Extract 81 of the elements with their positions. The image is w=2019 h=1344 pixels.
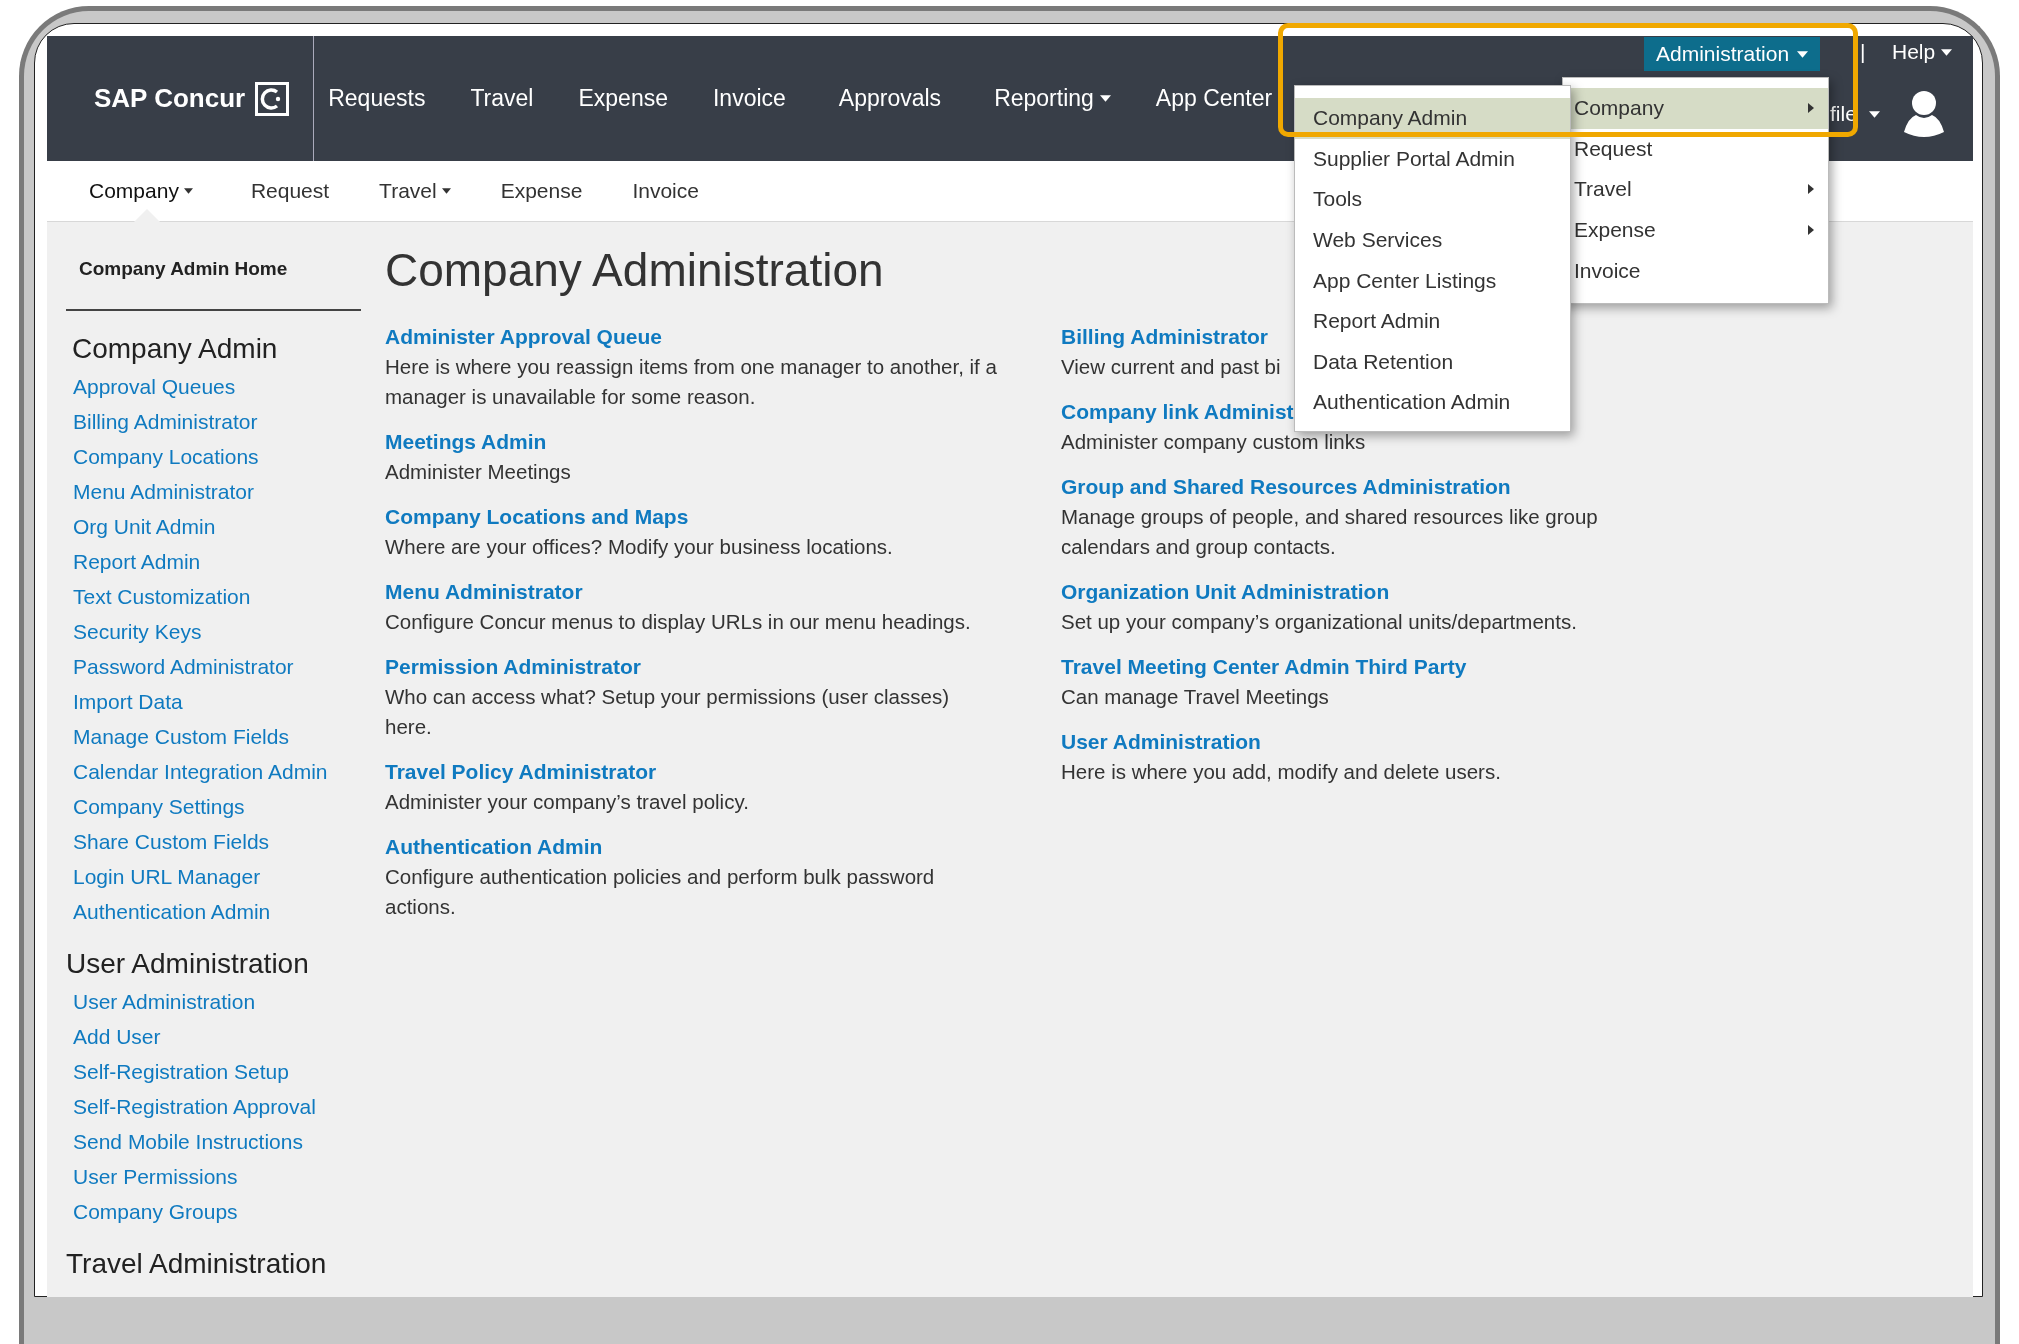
menu-item[interactable]: Supplier Portal Admin	[1295, 138, 1570, 180]
sidebar-link[interactable]: Report Admin	[66, 544, 361, 579]
admin-tool-link[interactable]: Company Locations and Maps	[385, 502, 1061, 532]
nav-link[interactable]: Reporting	[994, 85, 1111, 112]
sidebar-link[interactable]: Company Groups	[66, 1194, 361, 1229]
admin-tool-description: Administer Meetings	[385, 459, 571, 485]
sidebar-link[interactable]: Add User	[66, 1019, 361, 1054]
page-title: Company Administration	[385, 243, 884, 298]
admin-tool-link[interactable]: Permission Administrator	[385, 652, 1061, 682]
sidebar-home-link[interactable]: Company Admin Home	[66, 255, 361, 283]
admin-tool-link[interactable]: Travel Meeting Center Admin Third Party	[1061, 652, 1661, 682]
nav-link[interactable]: Requests	[328, 85, 426, 112]
logo-mark-icon	[255, 81, 290, 116]
nav-link[interactable]: App Center	[1155, 85, 1273, 112]
logo-text: SAP Concur	[94, 83, 246, 114]
sidebar-link[interactable]: Send Mobile Instructions	[66, 1124, 361, 1159]
sub-nav-link[interactable]: Expense	[500, 160, 583, 222]
nav-link[interactable]: Expense	[578, 85, 668, 112]
admin-tool-link[interactable]: Organization Unit Administration	[1061, 577, 1661, 607]
menu-item[interactable]: App Center Listings	[1295, 260, 1570, 301]
sidebar-link[interactable]: Text Customization	[66, 579, 361, 614]
administration-menu-button[interactable]: Administration	[1644, 37, 1821, 71]
admin-tool-link[interactable]: Group and Shared Resources Administration	[1061, 472, 1661, 502]
caret-icon	[1868, 110, 1880, 118]
menu-item[interactable]: Report Admin	[1295, 300, 1570, 342]
sidebar-heading: User Administration	[66, 947, 310, 981]
sidebar-link[interactable]: Password Administrator	[66, 649, 361, 684]
sidebar-link[interactable]: Security Keys	[66, 614, 361, 649]
menu-item[interactable]: Tools	[1295, 179, 1570, 220]
admin-tool-description: Administer company custom links	[1061, 429, 1366, 455]
sub-nav-link[interactable]: Travel	[379, 160, 451, 222]
sidebar-link[interactable]: User Permissions	[66, 1159, 361, 1194]
nav-link[interactable]: Invoice	[712, 85, 786, 112]
sub-nav-link[interactable]: Invoice	[632, 160, 699, 222]
sidebar-link[interactable]: Manage Custom Fields	[66, 719, 361, 754]
caret-icon	[1941, 48, 1953, 56]
admin-tool-description: Here is where you reassign items from one manager to another, if a manager is unavailable for some reason.	[385, 354, 998, 410]
menu-item[interactable]: Authentication Admin	[1295, 382, 1570, 423]
admin-tool-description: Configure Concur menus to display URLs in our menu headings.	[385, 609, 971, 635]
admin-tool-link[interactable]: Menu Administrator	[385, 577, 1061, 607]
sidebar-link[interactable]: Approval Queues	[66, 369, 361, 404]
admin-tool-description: Who can access what? Setup your permissions (user classes) here.	[385, 684, 950, 740]
admin-tool-link[interactable]: User Administration	[1061, 727, 1661, 757]
menu-item[interactable]: Web Services	[1295, 219, 1570, 261]
sub-nav-link[interactable]: Company	[89, 160, 193, 222]
admin-tool-description: Configure authentication policies and perform bulk password actions.	[385, 864, 936, 920]
admin-tool-description: View current and past bi	[1061, 354, 1281, 380]
nav-link[interactable]: Travel	[470, 85, 534, 112]
sidebar-heading: Travel Administration	[66, 1247, 328, 1281]
sidebar-link[interactable]: Login URL Manager	[66, 859, 361, 894]
sidebar-link[interactable]: Self-Registration Approval	[66, 1089, 361, 1124]
admin-tool-link[interactable]: Meetings Admin	[385, 427, 1061, 457]
caret-icon	[1797, 50, 1809, 58]
sidebar-heading: Company Admin	[71, 332, 279, 366]
help-menu-link[interactable]: Help	[1892, 40, 1953, 64]
admin-tool-description: Here is where you add, modify and delete users.	[1061, 759, 1501, 785]
sidebar-link[interactable]: Authentication Admin	[66, 894, 361, 929]
sidebar-link[interactable]: Import Data	[66, 684, 361, 719]
admin-tool-description: Can manage Travel Meetings	[1061, 684, 1329, 710]
user-avatar-icon[interactable]	[1902, 88, 1946, 138]
admin-tool-link[interactable]: Authentication Admin	[385, 832, 1061, 862]
nav-link[interactable]: Approvals	[838, 85, 942, 112]
separator: |	[1860, 40, 1866, 64]
sidebar-link[interactable]: Company Settings	[66, 789, 361, 824]
admin-tool-description: Where are your offices? Modify your business locations.	[385, 534, 893, 560]
admin-tool-description: Set up your company’s organizational units/departments.	[1061, 609, 1577, 635]
sidebar-link[interactable]: User Administration	[66, 984, 361, 1019]
menu-item[interactable]: Data Retention	[1295, 341, 1570, 383]
sidebar-link[interactable]: Menu Administrator	[66, 474, 361, 509]
admin-tool-link[interactable]: Travel Policy Administrator	[385, 757, 1061, 787]
sidebar-link[interactable]: Calendar Integration Admin	[66, 754, 361, 789]
sidebar-link[interactable]: Org Unit Admin	[66, 509, 361, 544]
sidebar-link[interactable]: Self-Registration Setup	[66, 1054, 361, 1089]
active-pointer	[133, 208, 161, 223]
admin-tool-description: Administer your company’s travel policy.	[385, 789, 749, 815]
admin-tool-description: Manage groups of people, and shared resources like group calendars and group contacts.	[1061, 504, 1599, 560]
sub-nav-link[interactable]: Request	[250, 160, 330, 222]
admin-tool-link[interactable]: Administer Approval Queue	[385, 322, 1061, 352]
sidebar-link[interactable]: Billing Administrator	[66, 404, 361, 439]
sidebar-link[interactable]: Company Locations	[66, 439, 361, 474]
sidebar-link[interactable]: Share Custom Fields	[66, 824, 361, 859]
